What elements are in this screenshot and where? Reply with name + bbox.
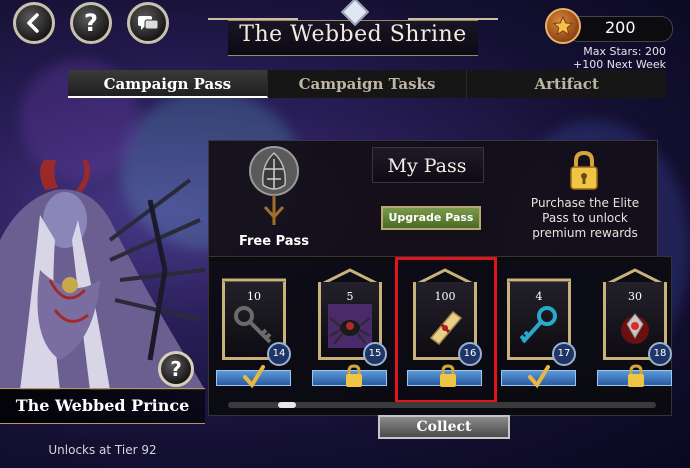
spider-icon	[328, 304, 372, 348]
hero-help-button[interactable]: ?	[158, 351, 194, 387]
star-info: Max Stars: 200 +100 Next Week	[573, 45, 666, 71]
hero-unlock-text: Unlocks at Tier 92	[48, 443, 157, 457]
star-counter: 200	[545, 8, 685, 48]
page-title: The Webbed Shrine	[239, 22, 467, 47]
arrow-left-icon	[27, 13, 39, 33]
reward-count: 4	[535, 290, 543, 303]
key-icon	[519, 306, 557, 344]
question-icon: ?	[84, 9, 98, 37]
tier-badge: 17	[552, 342, 576, 366]
hero-name: The Webbed Prince	[15, 396, 190, 415]
purchase-elite-text: Purchase the Elite Pass to unlock premiu…	[530, 196, 640, 240]
help-button[interactable]: ?	[70, 2, 112, 44]
chat-button[interactable]	[127, 2, 169, 44]
star-count: 200	[605, 18, 636, 37]
lock-icon	[570, 150, 598, 190]
tab-artifact[interactable]: Artifact	[467, 70, 666, 98]
chat-icon	[138, 16, 159, 30]
key-icon	[234, 306, 272, 344]
free-pass-emblem-icon	[249, 146, 299, 225]
max-stars-text: Max Stars: 200	[583, 45, 666, 58]
selected-reward-highlight	[395, 257, 497, 403]
lock-icon	[628, 364, 644, 387]
reward-card-tier-15[interactable]: 5 15	[318, 268, 387, 366]
reward-count: 5	[346, 290, 354, 303]
free-pass-label: Free Pass	[238, 234, 310, 249]
title-banner: The Webbed Shrine	[208, 0, 498, 58]
lock-icon	[346, 364, 362, 387]
reward-count: 30	[628, 290, 642, 303]
my-pass-heading: My Pass	[387, 155, 467, 177]
gem-icon	[621, 313, 649, 344]
checkmark-icon	[528, 365, 550, 389]
checkmark-icon	[243, 365, 265, 389]
tier-badge: 14	[267, 342, 291, 366]
upgrade-pass-button[interactable]: Upgrade Pass	[381, 206, 481, 230]
tier-badge: 15	[363, 342, 387, 366]
reward-card-tier-18[interactable]: 30 18	[603, 268, 672, 366]
tier-badge: 18	[648, 342, 672, 366]
tab-bar: Campaign Pass Campaign Tasks Artifact	[68, 70, 666, 98]
reward-scrollbar-thumb[interactable]	[278, 402, 296, 408]
back-button[interactable]	[13, 2, 55, 44]
tab-campaign-tasks[interactable]: Campaign Tasks	[268, 70, 468, 98]
reward-card-tier-14[interactable]: 10 14	[222, 268, 291, 366]
collect-button[interactable]: Collect	[378, 415, 510, 439]
star-icon	[545, 8, 581, 44]
reward-count: 10	[247, 290, 261, 303]
reward-card-tier-17[interactable]: 4 17	[507, 268, 576, 366]
tab-campaign-pass[interactable]: Campaign Pass	[68, 70, 268, 98]
